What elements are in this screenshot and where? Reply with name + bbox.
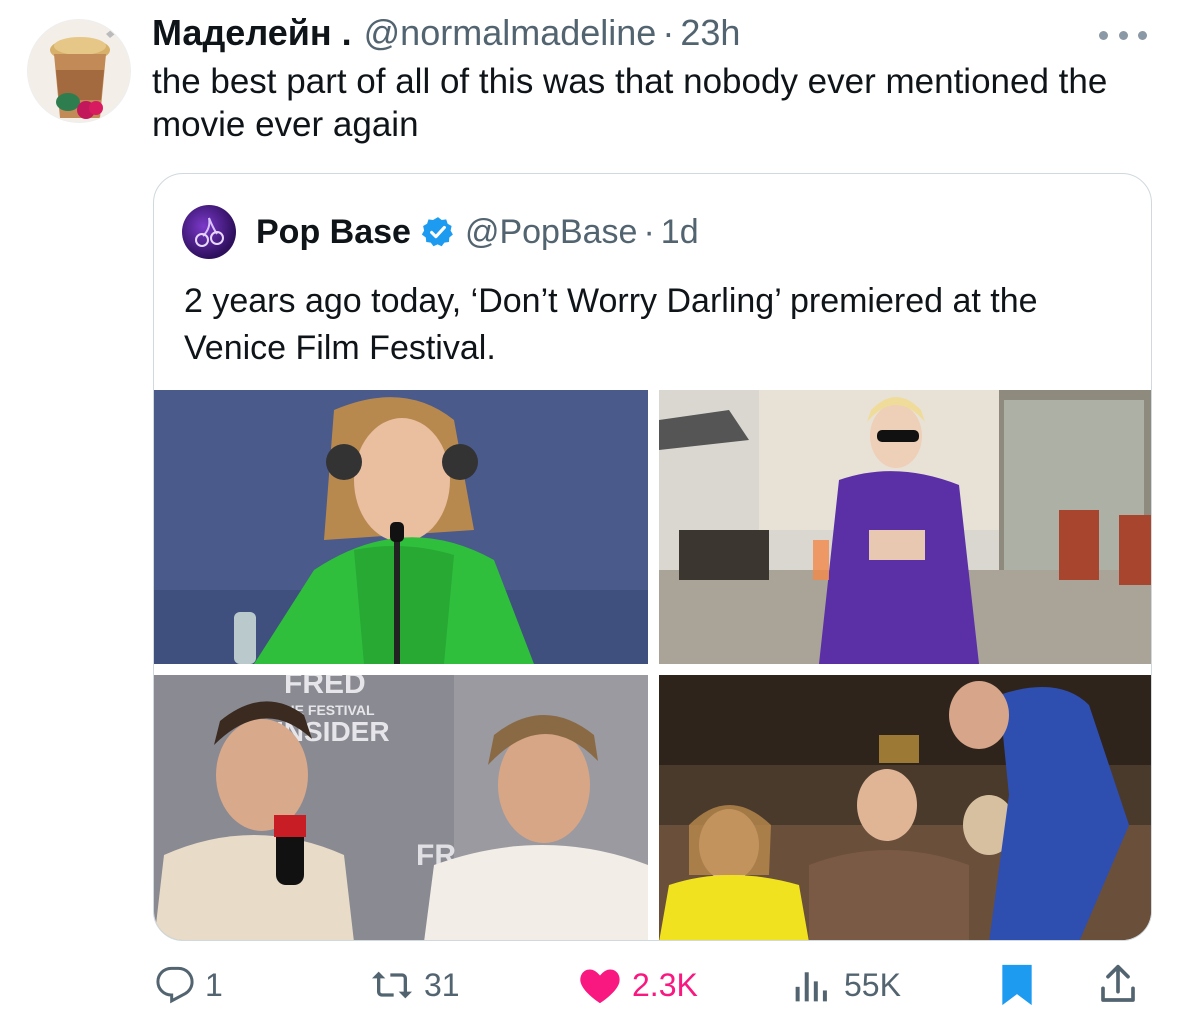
tweet-text: the best part of all of this was that no… — [152, 62, 1108, 144]
tweet-timestamp[interactable]: 23h — [680, 12, 740, 54]
bookmark-icon — [1002, 964, 1032, 1006]
like-heart-icon — [580, 969, 620, 1004]
tweet-header: Маделейн . @normalmadeline · 23h — [152, 12, 740, 58]
press-conference-two-men: FRED THE FESTIVAL INSIDER FR — [154, 675, 648, 940]
more-dots-icon[interactable] — [1095, 20, 1151, 50]
views-count: 55K — [844, 966, 901, 1003]
media-grid: FRED THE FESTIVAL INSIDER FR — [154, 390, 1151, 940]
views-icon — [795, 972, 827, 1002]
iced-coffee-avatar — [28, 20, 130, 122]
retweet-icon — [372, 971, 412, 999]
media-image-3[interactable]: FRED THE FESTIVAL INSIDER FR — [154, 675, 648, 940]
user-handle[interactable]: @normalmadeline — [364, 12, 657, 54]
audience-applauding-premiere — [659, 675, 1151, 940]
media-image-1[interactable] — [154, 390, 648, 664]
quoted-tweet-header: Pop Base @PopBase · 1d — [182, 204, 699, 260]
reply-icon — [156, 966, 194, 1004]
retweet-count: 31 — [424, 966, 460, 1003]
media-image-4[interactable] — [659, 675, 1151, 940]
quoted-display-name[interactable]: Pop Base — [256, 213, 411, 252]
verified-badge-icon — [421, 217, 453, 247]
display-name[interactable]: Маделейн . — [152, 12, 352, 54]
press-conference-woman-green-jacket — [154, 390, 648, 664]
share-button[interactable] — [1098, 955, 1138, 1015]
separator-dot: · — [643, 212, 655, 251]
views-button[interactable]: 55K — [790, 955, 901, 1015]
share-icon — [1101, 964, 1135, 1002]
like-button[interactable]: 2.3K — [578, 955, 698, 1015]
reply-button[interactable]: 1 — [155, 955, 223, 1015]
quoted-handle[interactable]: @PopBase — [465, 213, 638, 252]
like-count: 2.3K — [632, 966, 698, 1003]
cherry-logo-icon[interactable] — [182, 205, 236, 259]
retweet-button[interactable]: 31 — [370, 955, 460, 1015]
reply-count: 1 — [205, 966, 223, 1003]
user-avatar[interactable] — [27, 19, 131, 123]
svg-text:FRED: FRED — [284, 675, 366, 700]
separator-dot: · — [662, 12, 675, 53]
woman-purple-outfit-holding-drink — [659, 390, 1151, 664]
tweet-action-bar: 1 31 2.3K 55K — [0, 955, 1179, 1015]
media-image-2[interactable] — [659, 390, 1151, 664]
quoted-timestamp[interactable]: 1d — [661, 213, 699, 252]
bookmark-button[interactable] — [1000, 955, 1034, 1015]
quoted-tweet[interactable]: Pop Base @PopBase · 1d 2 years ago today… — [153, 173, 1152, 941]
quoted-tweet-text: 2 years ago today, ‘Don’t Worry Darling’… — [184, 282, 1038, 367]
